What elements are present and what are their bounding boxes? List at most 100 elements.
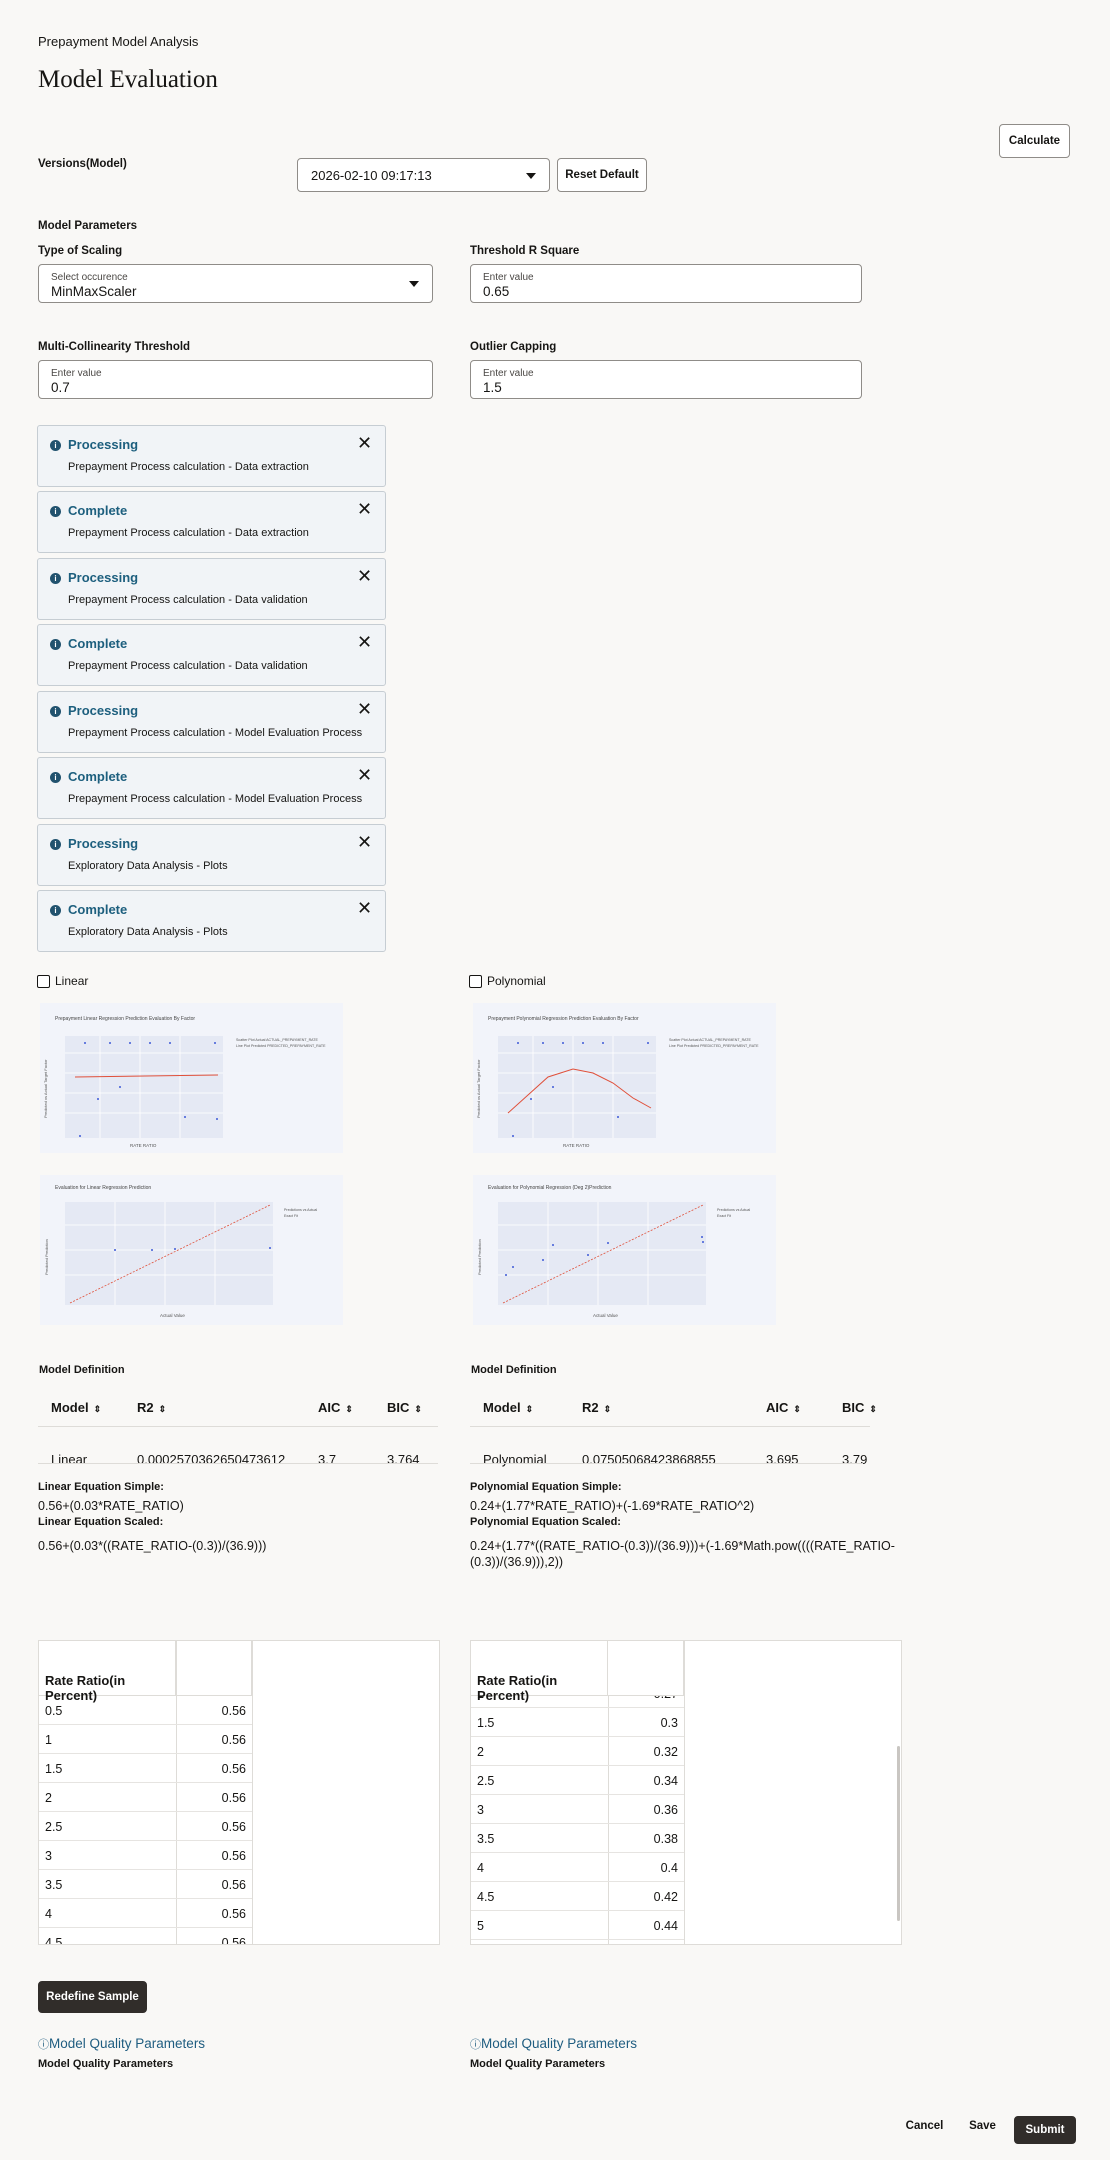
model-cell: Polynomial xyxy=(483,1452,547,1467)
cancel-button[interactable]: Cancel xyxy=(900,2112,949,2140)
linear-checkbox-label: Linear xyxy=(55,974,89,988)
threshold-input[interactable]: Enter value 0.65 xyxy=(470,264,862,303)
aic-cell: 3.7 xyxy=(318,1452,337,1467)
close-icon[interactable]: ✕ xyxy=(357,499,372,520)
calculate-button[interactable]: Calculate xyxy=(999,124,1070,158)
table-row: 3.5 0.56 xyxy=(39,1870,252,1899)
y-axis-label: Predicted Prediction xyxy=(44,1239,49,1275)
message-banner: i Processing Prepayment Process calculat… xyxy=(37,691,386,753)
model-quality-label: Model Quality Parameters xyxy=(470,2058,606,2070)
sort-icon: ⇕ xyxy=(93,1404,102,1414)
collinearity-hint: Enter value xyxy=(51,368,102,379)
linear-equation-scaled-label: Linear Equation Scaled: xyxy=(38,1516,164,1528)
table-row: 2 0.32 xyxy=(471,1737,684,1766)
polynomial-eval-plot: Evaluation for Polynomial Regression (De… xyxy=(473,1175,776,1325)
plot-title: Prepayment Linear Regression Prediction … xyxy=(55,1016,195,1022)
close-icon[interactable]: ✕ xyxy=(357,699,372,720)
column-header[interactable]: R2 ⇕ xyxy=(582,1400,611,1415)
table-row: 2 0.56 xyxy=(39,1783,252,1812)
polynomial-equation-scaled: 0.24+(1.77*((RATE_RATIO-(0.3))/(36.9)))+… xyxy=(470,1539,895,1569)
info-icon: i xyxy=(50,905,61,916)
sort-icon: ⇕ xyxy=(869,1404,877,1414)
y-axis-label: Predicted vs Actual Target Factor xyxy=(43,1059,48,1118)
scaling-hint: Select occurence xyxy=(51,272,128,283)
model-quality-label: Model Quality Parameters xyxy=(38,2058,174,2070)
x-axis-label: RATE RATIO xyxy=(130,1143,157,1148)
collinearity-input[interactable]: Enter value 0.7 xyxy=(38,360,433,399)
linear-equation-scaled: 0.56+(0.03*((RATE_RATIO-(0.3))/(36.9))) xyxy=(38,1539,267,1553)
table-header: Rate Ratio(in Percent) xyxy=(39,1641,252,1703)
table-row: 4 0.4 xyxy=(471,1853,684,1882)
legend-item: Scatter Plot Actual ACTUAL_PREPAYMENT_RA… xyxy=(236,1038,318,1042)
close-icon[interactable]: ✕ xyxy=(357,632,372,653)
scaling-select[interactable]: Select occurence MinMaxScaler xyxy=(38,264,433,303)
close-icon[interactable]: ✕ xyxy=(357,566,372,587)
versions-select[interactable]: 2026-02-10 09:17:13 xyxy=(297,158,550,192)
model-cell: Linear xyxy=(51,1452,88,1467)
plot-title: Prepayment Polynomial Regression Predict… xyxy=(488,1016,639,1022)
column-header[interactable]: Model ⇕ xyxy=(51,1400,101,1415)
column-header[interactable]: R2 ⇕ xyxy=(137,1400,166,1415)
message-text: Prepayment Process calculation - Model E… xyxy=(68,727,363,739)
message-status: Processing xyxy=(68,437,139,452)
linear-checkbox[interactable] xyxy=(37,975,50,988)
scaling-value: MinMaxScaler xyxy=(51,284,137,299)
versions-value: 2026-02-10 09:17:13 xyxy=(311,168,432,183)
close-icon[interactable]: ✕ xyxy=(357,898,372,919)
polynomial-equation-scaled-label: Polynomial Equation Scaled: xyxy=(470,1516,621,1528)
polynomial-data-table: 10.27 1.50.3 20.32 2.50.34 30.36 3.50.38… xyxy=(470,1640,902,1945)
sort-icon: ⇕ xyxy=(158,1404,167,1414)
redefine-sample-button[interactable]: Redefine Sample xyxy=(38,1981,147,2013)
message-banner: i Processing Prepayment Process calculat… xyxy=(37,558,386,620)
sort-icon: ⇕ xyxy=(345,1404,353,1414)
outlier-label: Outlier Capping xyxy=(470,341,557,353)
sort-icon: ⇕ xyxy=(793,1404,801,1414)
column-header[interactable]: Model ⇕ xyxy=(483,1400,533,1415)
polynomial-equation-simple: 0.24+(1.77*RATE_RATIO)+(-1.69*RATE_RATIO… xyxy=(470,1499,755,1513)
save-button[interactable]: Save xyxy=(960,2112,1005,2140)
model-definition-title: Model Definition xyxy=(39,1364,125,1376)
outlier-input[interactable]: Enter value 1.5 xyxy=(470,360,862,399)
info-circle-icon: ⓘ xyxy=(470,2039,481,2051)
polynomial-eval-chart: Evaluation for Polynomial Regression (De… xyxy=(477,1185,750,1318)
polynomial-equation-simple-label: Polynomial Equation Simple: xyxy=(470,1481,622,1493)
column-header[interactable]: BIC ⇕ xyxy=(387,1400,422,1415)
close-icon[interactable]: ✕ xyxy=(357,765,372,786)
x-axis-label: Actual Value xyxy=(593,1313,618,1318)
model-quality-link-polynomial[interactable]: ⓘModel Quality Parameters xyxy=(470,2036,637,2052)
outlier-hint: Enter value xyxy=(483,368,534,379)
linear-equation-simple: 0.56+(0.03*RATE_RATIO) xyxy=(38,1499,184,1513)
table-row: 2.5 0.56 xyxy=(39,1812,252,1841)
legend-item: Exact Fit xyxy=(284,1214,298,1218)
scrollbar[interactable] xyxy=(897,1746,900,1921)
message-status: Complete xyxy=(68,902,128,917)
message-text: Prepayment Process calculation - Data va… xyxy=(68,660,308,672)
sort-icon: ⇕ xyxy=(414,1404,422,1414)
model-quality-link-linear[interactable]: ⓘModel Quality Parameters xyxy=(38,2036,205,2052)
close-icon[interactable]: ✕ xyxy=(357,433,372,454)
model-definition-title: Model Definition xyxy=(471,1364,557,1376)
r2-cell: 0.0002570362650473612 xyxy=(137,1452,286,1467)
bic-cell: 3.764 xyxy=(387,1452,420,1467)
legend-item: Predictions vs Actual xyxy=(717,1208,750,1212)
reset-default-button[interactable]: Reset Default xyxy=(557,158,647,192)
column-header[interactable]: BIC ⇕ xyxy=(842,1400,877,1415)
collinearity-label: Multi-Collinearity Threshold xyxy=(38,341,191,353)
r2-cell: 0.07505068423868855 xyxy=(582,1452,716,1467)
plot-title: Evaluation for Polynomial Regression (De… xyxy=(488,1185,612,1191)
message-status: Complete xyxy=(68,636,128,651)
close-icon[interactable]: ✕ xyxy=(357,832,372,853)
polynomial-definition-table: Model ⇕ R2 ⇕ AIC ⇕ BIC ⇕ Polynomial 0.075050… xyxy=(470,1400,877,1467)
info-icon: i xyxy=(50,706,61,717)
sort-icon: ⇕ xyxy=(603,1404,612,1414)
column-header[interactable]: AIC ⇕ xyxy=(318,1400,353,1415)
submit-button[interactable]: Submit xyxy=(1014,2116,1076,2144)
plot-area xyxy=(498,1202,706,1305)
column-header[interactable]: AIC ⇕ xyxy=(766,1400,801,1415)
message-status: Complete xyxy=(68,503,128,518)
versions-label: Versions(Model) xyxy=(38,158,127,170)
polynomial-checkbox[interactable] xyxy=(469,975,482,988)
legend-item: Line Plot Predicted PREDICTED_PREPAYMENT… xyxy=(669,1044,759,1048)
threshold-value: 0.65 xyxy=(483,284,510,299)
rate-ratio-header[interactable]: Rate Ratio(in Percent) xyxy=(477,1673,607,1703)
